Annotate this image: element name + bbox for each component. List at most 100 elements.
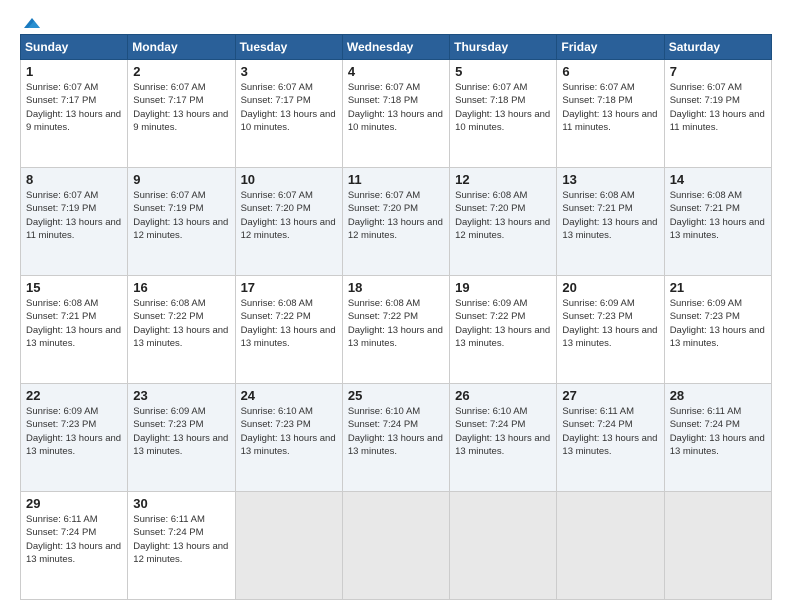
weekday-header: Thursday xyxy=(450,35,557,60)
day-number: 27 xyxy=(562,388,658,403)
calendar-cell: 2 Sunrise: 6:07 AMSunset: 7:17 PMDayligh… xyxy=(128,60,235,168)
day-info: Sunrise: 6:09 AMSunset: 7:23 PMDaylight:… xyxy=(133,406,228,457)
day-number: 25 xyxy=(348,388,444,403)
day-info: Sunrise: 6:08 AMSunset: 7:22 PMDaylight:… xyxy=(348,298,443,349)
calendar-cell: 8 Sunrise: 6:07 AMSunset: 7:19 PMDayligh… xyxy=(21,168,128,276)
day-info: Sunrise: 6:09 AMSunset: 7:23 PMDaylight:… xyxy=(670,298,765,349)
day-info: Sunrise: 6:07 AMSunset: 7:20 PMDaylight:… xyxy=(241,190,336,241)
day-number: 18 xyxy=(348,280,444,295)
calendar-cell: 18 Sunrise: 6:08 AMSunset: 7:22 PMDaylig… xyxy=(342,276,449,384)
calendar-cell: 29 Sunrise: 6:11 AMSunset: 7:24 PMDaylig… xyxy=(21,492,128,600)
calendar-cell: 22 Sunrise: 6:09 AMSunset: 7:23 PMDaylig… xyxy=(21,384,128,492)
calendar-cell: 1 Sunrise: 6:07 AMSunset: 7:17 PMDayligh… xyxy=(21,60,128,168)
day-info: Sunrise: 6:07 AMSunset: 7:18 PMDaylight:… xyxy=(348,82,443,133)
day-info: Sunrise: 6:08 AMSunset: 7:22 PMDaylight:… xyxy=(133,298,228,349)
calendar-cell: 9 Sunrise: 6:07 AMSunset: 7:19 PMDayligh… xyxy=(128,168,235,276)
day-info: Sunrise: 6:10 AMSunset: 7:24 PMDaylight:… xyxy=(348,406,443,457)
calendar-table: SundayMondayTuesdayWednesdayThursdayFrid… xyxy=(20,34,772,600)
weekday-header: Tuesday xyxy=(235,35,342,60)
day-info: Sunrise: 6:09 AMSunset: 7:22 PMDaylight:… xyxy=(455,298,550,349)
day-number: 4 xyxy=(348,64,444,79)
logo-icon xyxy=(22,16,42,30)
day-number: 29 xyxy=(26,496,122,511)
day-number: 19 xyxy=(455,280,551,295)
calendar-cell xyxy=(342,492,449,600)
calendar-cell xyxy=(557,492,664,600)
day-info: Sunrise: 6:11 AMSunset: 7:24 PMDaylight:… xyxy=(562,406,657,457)
calendar-cell: 20 Sunrise: 6:09 AMSunset: 7:23 PMDaylig… xyxy=(557,276,664,384)
calendar-cell: 11 Sunrise: 6:07 AMSunset: 7:20 PMDaylig… xyxy=(342,168,449,276)
calendar-cell: 14 Sunrise: 6:08 AMSunset: 7:21 PMDaylig… xyxy=(664,168,771,276)
calendar-cell: 7 Sunrise: 6:07 AMSunset: 7:19 PMDayligh… xyxy=(664,60,771,168)
day-info: Sunrise: 6:08 AMSunset: 7:21 PMDaylight:… xyxy=(26,298,121,349)
calendar-cell: 24 Sunrise: 6:10 AMSunset: 7:23 PMDaylig… xyxy=(235,384,342,492)
header-row: SundayMondayTuesdayWednesdayThursdayFrid… xyxy=(21,35,772,60)
calendar-cell: 17 Sunrise: 6:08 AMSunset: 7:22 PMDaylig… xyxy=(235,276,342,384)
day-number: 14 xyxy=(670,172,766,187)
header xyxy=(20,16,772,26)
calendar-cell: 6 Sunrise: 6:07 AMSunset: 7:18 PMDayligh… xyxy=(557,60,664,168)
day-number: 22 xyxy=(26,388,122,403)
day-number: 7 xyxy=(670,64,766,79)
calendar-cell xyxy=(664,492,771,600)
calendar-cell: 16 Sunrise: 6:08 AMSunset: 7:22 PMDaylig… xyxy=(128,276,235,384)
day-info: Sunrise: 6:07 AMSunset: 7:19 PMDaylight:… xyxy=(26,190,121,241)
weekday-header: Monday xyxy=(128,35,235,60)
calendar-cell: 5 Sunrise: 6:07 AMSunset: 7:18 PMDayligh… xyxy=(450,60,557,168)
day-number: 30 xyxy=(133,496,229,511)
calendar-week-row: 8 Sunrise: 6:07 AMSunset: 7:19 PMDayligh… xyxy=(21,168,772,276)
day-info: Sunrise: 6:07 AMSunset: 7:19 PMDaylight:… xyxy=(133,190,228,241)
calendar-cell: 30 Sunrise: 6:11 AMSunset: 7:24 PMDaylig… xyxy=(128,492,235,600)
day-info: Sunrise: 6:10 AMSunset: 7:24 PMDaylight:… xyxy=(455,406,550,457)
day-info: Sunrise: 6:07 AMSunset: 7:18 PMDaylight:… xyxy=(562,82,657,133)
weekday-header: Wednesday xyxy=(342,35,449,60)
calendar-cell: 3 Sunrise: 6:07 AMSunset: 7:17 PMDayligh… xyxy=(235,60,342,168)
calendar-cell: 19 Sunrise: 6:09 AMSunset: 7:22 PMDaylig… xyxy=(450,276,557,384)
calendar-cell: 13 Sunrise: 6:08 AMSunset: 7:21 PMDaylig… xyxy=(557,168,664,276)
weekday-header: Saturday xyxy=(664,35,771,60)
weekday-header: Sunday xyxy=(21,35,128,60)
day-info: Sunrise: 6:08 AMSunset: 7:20 PMDaylight:… xyxy=(455,190,550,241)
calendar-cell: 4 Sunrise: 6:07 AMSunset: 7:18 PMDayligh… xyxy=(342,60,449,168)
day-number: 12 xyxy=(455,172,551,187)
day-number: 2 xyxy=(133,64,229,79)
day-info: Sunrise: 6:07 AMSunset: 7:19 PMDaylight:… xyxy=(670,82,765,133)
day-info: Sunrise: 6:07 AMSunset: 7:17 PMDaylight:… xyxy=(26,82,121,133)
day-info: Sunrise: 6:11 AMSunset: 7:24 PMDaylight:… xyxy=(670,406,765,457)
calendar-cell xyxy=(450,492,557,600)
calendar-cell: 15 Sunrise: 6:08 AMSunset: 7:21 PMDaylig… xyxy=(21,276,128,384)
day-info: Sunrise: 6:10 AMSunset: 7:23 PMDaylight:… xyxy=(241,406,336,457)
calendar-cell: 12 Sunrise: 6:08 AMSunset: 7:20 PMDaylig… xyxy=(450,168,557,276)
day-info: Sunrise: 6:08 AMSunset: 7:21 PMDaylight:… xyxy=(670,190,765,241)
day-number: 23 xyxy=(133,388,229,403)
day-number: 16 xyxy=(133,280,229,295)
day-number: 10 xyxy=(241,172,337,187)
day-info: Sunrise: 6:07 AMSunset: 7:20 PMDaylight:… xyxy=(348,190,443,241)
day-info: Sunrise: 6:07 AMSunset: 7:17 PMDaylight:… xyxy=(241,82,336,133)
day-number: 9 xyxy=(133,172,229,187)
day-info: Sunrise: 6:08 AMSunset: 7:22 PMDaylight:… xyxy=(241,298,336,349)
day-number: 21 xyxy=(670,280,766,295)
calendar-week-row: 29 Sunrise: 6:11 AMSunset: 7:24 PMDaylig… xyxy=(21,492,772,600)
calendar-cell: 28 Sunrise: 6:11 AMSunset: 7:24 PMDaylig… xyxy=(664,384,771,492)
day-info: Sunrise: 6:09 AMSunset: 7:23 PMDaylight:… xyxy=(26,406,121,457)
calendar-week-row: 15 Sunrise: 6:08 AMSunset: 7:21 PMDaylig… xyxy=(21,276,772,384)
day-number: 28 xyxy=(670,388,766,403)
day-number: 8 xyxy=(26,172,122,187)
day-number: 20 xyxy=(562,280,658,295)
logo xyxy=(20,16,42,26)
day-number: 24 xyxy=(241,388,337,403)
calendar-cell: 10 Sunrise: 6:07 AMSunset: 7:20 PMDaylig… xyxy=(235,168,342,276)
calendar-cell: 23 Sunrise: 6:09 AMSunset: 7:23 PMDaylig… xyxy=(128,384,235,492)
day-number: 5 xyxy=(455,64,551,79)
day-info: Sunrise: 6:11 AMSunset: 7:24 PMDaylight:… xyxy=(133,514,228,565)
day-number: 13 xyxy=(562,172,658,187)
calendar-week-row: 22 Sunrise: 6:09 AMSunset: 7:23 PMDaylig… xyxy=(21,384,772,492)
day-info: Sunrise: 6:07 AMSunset: 7:18 PMDaylight:… xyxy=(455,82,550,133)
day-number: 3 xyxy=(241,64,337,79)
day-number: 15 xyxy=(26,280,122,295)
calendar-cell: 21 Sunrise: 6:09 AMSunset: 7:23 PMDaylig… xyxy=(664,276,771,384)
day-number: 1 xyxy=(26,64,122,79)
day-number: 11 xyxy=(348,172,444,187)
day-info: Sunrise: 6:09 AMSunset: 7:23 PMDaylight:… xyxy=(562,298,657,349)
